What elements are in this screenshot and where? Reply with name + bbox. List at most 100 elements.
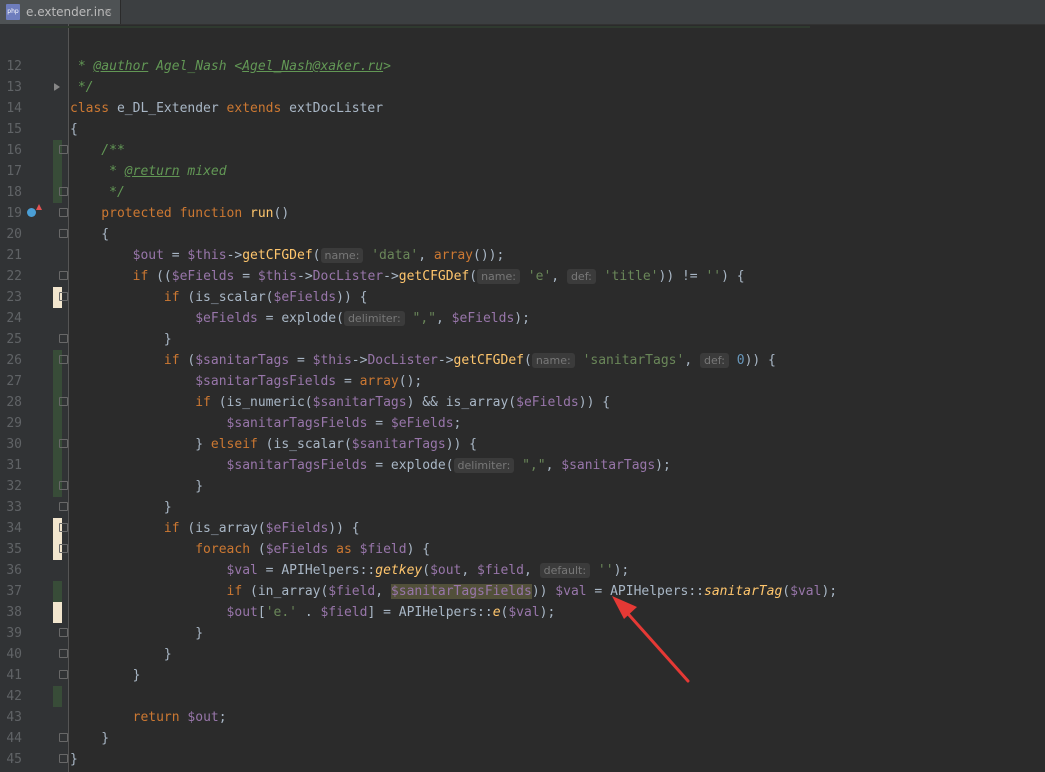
- line-number: 43: [6, 710, 22, 725]
- code-line[interactable]: 41 }: [0, 665, 1045, 686]
- param-hint: name:: [477, 269, 520, 284]
- fold-icon[interactable]: [59, 145, 68, 154]
- fold-icon[interactable]: [59, 754, 68, 763]
- code-line[interactable]: 14 class e_DL_Extender extends extDocLis…: [0, 98, 1045, 119]
- code-line[interactable]: 16 /**: [0, 140, 1045, 161]
- code-line[interactable]: 33 }: [0, 497, 1045, 518]
- code-text: $out['e.' . $field] = APIHelpers::e($val…: [226, 605, 556, 620]
- change-marker[interactable]: [53, 371, 62, 392]
- fold-icon[interactable]: [59, 481, 68, 490]
- code-text: */: [70, 80, 94, 95]
- code-line[interactable]: 39 }: [0, 623, 1045, 644]
- code-line[interactable]: 44 }: [0, 728, 1045, 749]
- code-line[interactable]: 17 * @return mixed: [0, 161, 1045, 182]
- line-number: 36: [6, 563, 22, 578]
- param-hint: default:: [539, 563, 591, 578]
- change-marker[interactable]: [53, 581, 62, 602]
- line-number: 45: [6, 752, 22, 767]
- code-line[interactable]: 31 $sanitarTagsFields = explode(delimite…: [0, 455, 1045, 476]
- line-number: 17: [6, 164, 22, 179]
- code-text: protected function run(): [70, 206, 290, 221]
- code-text: $eFields = explode(delimiter: ",", $eFie…: [195, 311, 530, 326]
- line-number: 32: [6, 479, 22, 494]
- code-text: }: [70, 752, 78, 767]
- fold-icon[interactable]: [59, 502, 68, 511]
- param-hint: name:: [320, 248, 364, 263]
- fold-icon[interactable]: [59, 544, 68, 553]
- close-icon[interactable]: ×: [104, 0, 113, 24]
- code-line[interactable]: 35 foreach ($eFields as $field) {: [0, 539, 1045, 560]
- code-line[interactable]: 15 {: [0, 119, 1045, 140]
- code-text: $sanitarTagsFields = $eFields;: [226, 416, 462, 431]
- line-number: 24: [6, 311, 22, 326]
- code-line[interactable]: 28 if (is_numeric($sanitarTags) && is_ar…: [0, 392, 1045, 413]
- code-line[interactable]: 27 $sanitarTagsFields = array();: [0, 371, 1045, 392]
- code-line[interactable]: 40 }: [0, 644, 1045, 665]
- code-line[interactable]: 30 } elseif (is_scalar($sanitarTags)) {: [0, 434, 1045, 455]
- line-number: 25: [6, 332, 22, 347]
- line-number: 31: [6, 458, 22, 473]
- line-number: 26: [6, 353, 22, 368]
- param-hint: def:: [566, 269, 596, 284]
- change-marker[interactable]: [53, 413, 62, 434]
- code-text: $out = $this->getCFGDef(name: 'data', ar…: [132, 248, 505, 263]
- code-text: }: [70, 332, 172, 347]
- fold-icon[interactable]: [54, 83, 60, 91]
- line-number: 37: [6, 584, 22, 599]
- fold-icon[interactable]: [59, 292, 68, 301]
- code-line[interactable]: 43 return $out;: [0, 707, 1045, 728]
- code-line[interactable]: 38 $out['e.' . $field] = APIHelpers::e($…: [0, 602, 1045, 623]
- fold-icon[interactable]: [59, 523, 68, 532]
- code-line[interactable]: 19 protected function run(): [0, 203, 1045, 224]
- code-line[interactable]: 12 * @author Agel_Nash <Agel_Nash@xaker.…: [0, 56, 1045, 77]
- fold-icon[interactable]: [59, 187, 68, 196]
- change-marker[interactable]: [53, 686, 62, 707]
- fold-icon[interactable]: [59, 208, 68, 217]
- change-marker[interactable]: [53, 602, 62, 623]
- change-marker[interactable]: [53, 455, 62, 476]
- line-number: 18: [6, 185, 22, 200]
- highlighted-variable[interactable]: $sanitarTagsFields: [390, 584, 532, 599]
- code-line[interactable]: 26 if ($sanitarTags = $this->DocLister->…: [0, 350, 1045, 371]
- code-line[interactable]: 25 }: [0, 329, 1045, 350]
- code-line[interactable]: 21 $out = $this->getCFGDef(name: 'data',…: [0, 245, 1045, 266]
- code-line[interactable]: 37 if (in_array($field, $sanitarTagsFiel…: [0, 581, 1045, 602]
- code-text: */: [70, 185, 125, 200]
- code-line[interactable]: 20 {: [0, 224, 1045, 245]
- code-text: $sanitarTagsFields = explode(delimiter: …: [226, 458, 671, 473]
- code-line[interactable]: 24 $eFields = explode(delimiter: ",", $e…: [0, 308, 1045, 329]
- fold-icon[interactable]: [59, 670, 68, 679]
- line-number: 21: [6, 248, 22, 263]
- fold-icon[interactable]: [59, 439, 68, 448]
- line-number: 19: [6, 206, 22, 221]
- line-number: 28: [6, 395, 22, 410]
- code-line[interactable]: 45 }: [0, 749, 1045, 770]
- code-line[interactable]: 13 */: [0, 77, 1045, 98]
- fold-icon[interactable]: [59, 334, 68, 343]
- change-marker[interactable]: [53, 161, 62, 182]
- code-line[interactable]: 22 if (($eFields = $this->DocLister->get…: [0, 266, 1045, 287]
- line-number: 12: [6, 59, 22, 74]
- code-line[interactable]: 23 if (is_scalar($eFields)) {: [0, 287, 1045, 308]
- code-text: if (is_scalar($eFields)) {: [163, 290, 368, 305]
- code-line[interactable]: 29 $sanitarTagsFields = $eFields;: [0, 413, 1045, 434]
- line-number: 15: [6, 122, 22, 137]
- fold-icon[interactable]: [59, 397, 68, 406]
- code-line[interactable]: 34 if (is_array($eFields)) {: [0, 518, 1045, 539]
- php-file-icon: php: [6, 4, 20, 20]
- code-line[interactable]: 42: [0, 686, 1045, 707]
- line-number: 30: [6, 437, 22, 452]
- fold-icon[interactable]: [59, 628, 68, 637]
- fold-icon[interactable]: [59, 355, 68, 364]
- fold-icon[interactable]: [59, 733, 68, 742]
- code-line[interactable]: 18 */: [0, 182, 1045, 203]
- fold-icon[interactable]: [59, 649, 68, 658]
- code-text: if (($eFields = $this->DocLister->getCFG…: [132, 269, 745, 284]
- fold-icon[interactable]: [59, 229, 68, 238]
- code-line[interactable]: 32 }: [0, 476, 1045, 497]
- param-hint: def:: [699, 353, 729, 368]
- code-line[interactable]: 36 $val = APIHelpers::getkey($out, $fiel…: [0, 560, 1045, 581]
- fold-icon[interactable]: [59, 271, 68, 280]
- file-tab[interactable]: php e.extender.inc ×: [0, 0, 121, 24]
- code-text: * @return mixed: [70, 164, 227, 179]
